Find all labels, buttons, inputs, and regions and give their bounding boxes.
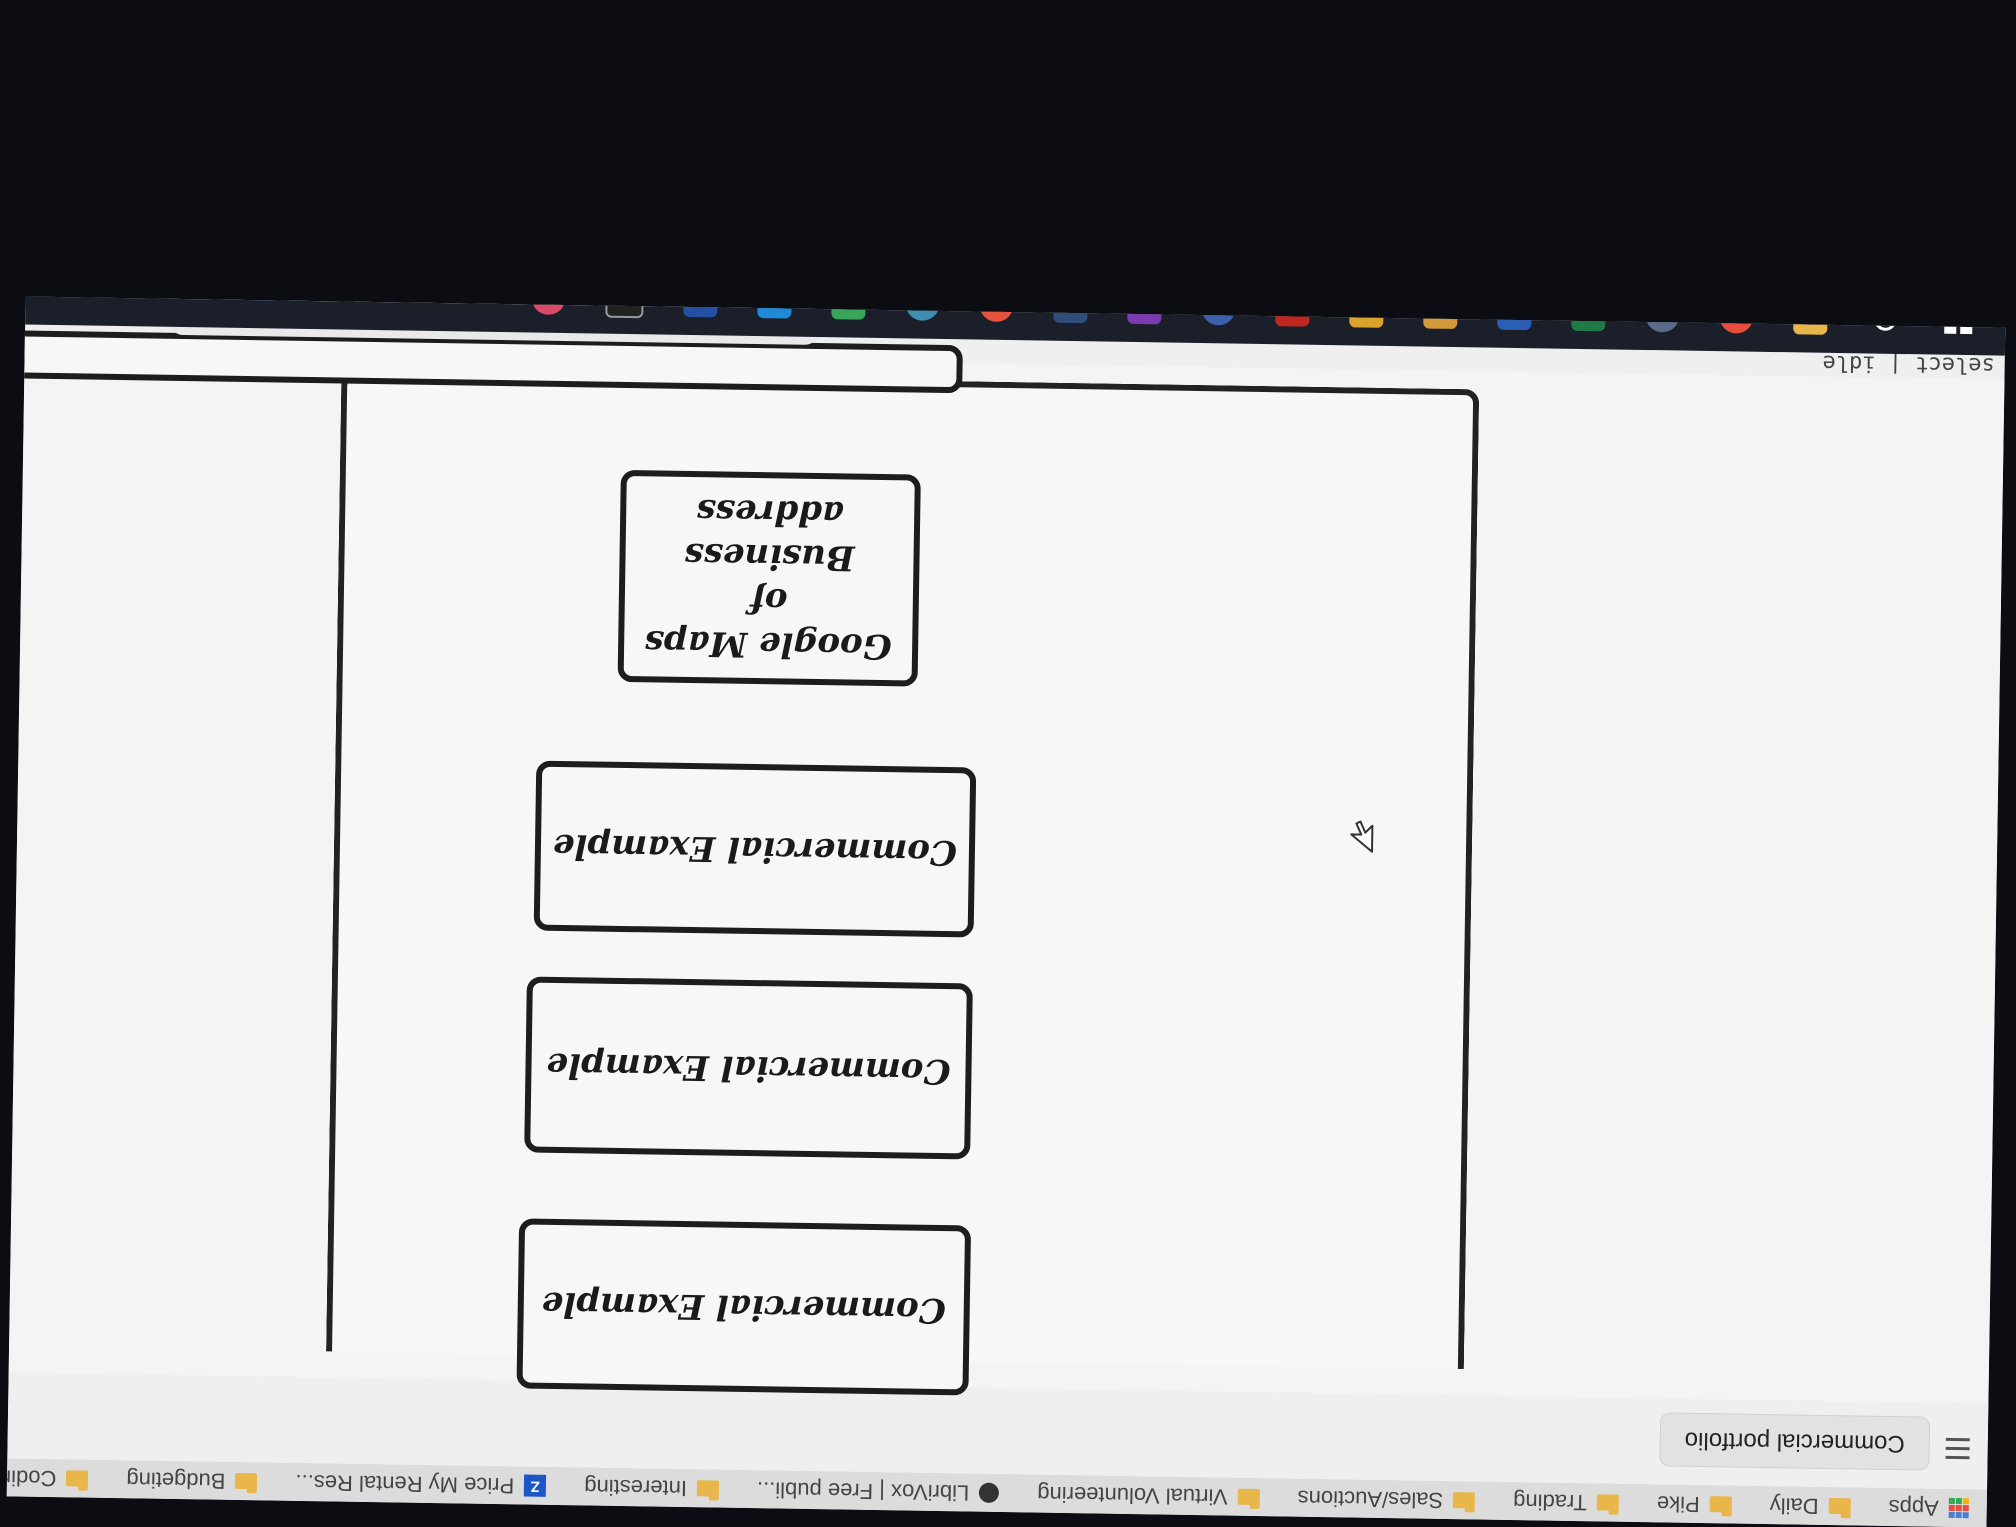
word-icon[interactable]: W (1497, 297, 1532, 331)
bookmark-label: Virtual Volunteering (1037, 1481, 1228, 1510)
bookmark-coding-jobs[interactable]: Coding Jobs (7, 1463, 89, 1491)
bookmark-label: Price My Rental Res... (295, 1469, 514, 1498)
mouse-cursor-icon (1347, 817, 1376, 853)
bookmark-label: Budgeting (126, 1466, 225, 1494)
bookmark-virtual-volunteering[interactable]: Virtual Volunteering (1037, 1481, 1260, 1510)
search-icon (1872, 307, 1896, 331)
diamond-app-icon[interactable] (831, 297, 866, 320)
excel-icon[interactable]: X (1571, 297, 1606, 332)
bookmark-label: Apps (1888, 1494, 1939, 1521)
screen: Apps Daily Pike Trading Sales/Auctions V… (7, 297, 2006, 1527)
intellij-icon[interactable]: IJ (683, 297, 718, 318)
bookmark-label: Interesting (584, 1473, 687, 1501)
librivox-icon (979, 1483, 999, 1503)
chrome-profile-icon[interactable] (1645, 298, 1680, 333)
bookmark-pike[interactable]: Pike (1657, 1490, 1732, 1517)
windows-logo-icon (1944, 306, 1972, 334)
card-commercial-example-3[interactable]: Commercial Example (534, 761, 977, 938)
file-explorer-icon[interactable] (1793, 300, 1828, 335)
bookmark-label: Coding Jobs (7, 1463, 57, 1491)
drawing-canvas[interactable]: Commercial Example Commercial Example Co… (9, 349, 2005, 1404)
bookmark-daily[interactable]: Daily (1770, 1492, 1851, 1519)
folder-icon (1453, 1492, 1475, 1508)
bookmark-price-my-rental[interactable]: Z Price My Rental Res... (295, 1469, 546, 1499)
card-text-line: Business address (625, 488, 914, 581)
card-commercial-example-2[interactable]: Commercial Example (524, 976, 973, 1159)
bookmark-label: Trading (1513, 1488, 1587, 1515)
window-app-icon[interactable] (1053, 297, 1088, 324)
pink-app-icon[interactable] (531, 297, 566, 315)
app-v-icon[interactable]: V (1349, 297, 1384, 328)
taskbar-search[interactable] (1867, 301, 1902, 336)
hamburger-menu-icon[interactable] (1946, 1437, 1970, 1459)
app-i-icon[interactable]: I (1423, 297, 1458, 329)
bird-app-icon[interactable] (1201, 297, 1236, 326)
card-text-block: Google Maps of Business address (624, 488, 915, 669)
bookmark-label: Pike (1657, 1490, 1700, 1517)
apps-grid-icon (1949, 1498, 1969, 1518)
folder-icon (697, 1480, 719, 1496)
bookmark-label: Sales/Auctions (1297, 1485, 1443, 1513)
bookmark-budgeting[interactable]: Budgeting (126, 1466, 257, 1494)
terminal-icon[interactable] (605, 297, 644, 319)
bookmark-label: LibriVox | Free publi... (757, 1476, 970, 1505)
folder-icon (235, 1473, 257, 1489)
card-text: Commercial Example (541, 1282, 946, 1333)
vscode-icon[interactable] (757, 297, 792, 319)
bookmark-sales-auctions[interactable]: Sales/Auctions (1297, 1485, 1475, 1514)
page-title[interactable]: Commercial portfolio (1659, 1412, 1930, 1470)
acrobat-icon[interactable]: A (1275, 297, 1310, 327)
card-commercial-example-1[interactable]: Commercial Example (516, 1218, 971, 1395)
card-text: Commercial Example (546, 1043, 951, 1094)
folder-icon (66, 1470, 88, 1486)
swirl-app-icon[interactable] (979, 297, 1014, 323)
bookmark-label: Daily (1770, 1492, 1819, 1519)
circle-app-icon[interactable] (905, 297, 940, 321)
zillow-icon: Z (524, 1475, 546, 1497)
folder-icon (1238, 1489, 1260, 1505)
folder-icon (1597, 1494, 1619, 1510)
folder-icon (1710, 1496, 1732, 1512)
bookmark-interesting[interactable]: Interesting (584, 1473, 719, 1501)
onenote-icon[interactable]: N (1127, 297, 1162, 325)
card-text: Commercial Example (553, 824, 958, 875)
bookmark-apps[interactable]: Apps (1888, 1494, 1969, 1521)
photographed-monitor: Apps Daily Pike Trading Sales/Auctions V… (0, 0, 2016, 1512)
card-google-maps[interactable]: Google Maps of Business address (618, 470, 921, 687)
bookmark-librivox[interactable]: LibriVox | Free publi... (757, 1476, 1000, 1506)
start-button[interactable] (1941, 303, 1976, 338)
page-title-text: Commercial portfolio (1684, 1426, 1904, 1457)
chrome-icon[interactable] (1719, 299, 1754, 334)
card-text-line: Google Maps of (624, 576, 913, 669)
